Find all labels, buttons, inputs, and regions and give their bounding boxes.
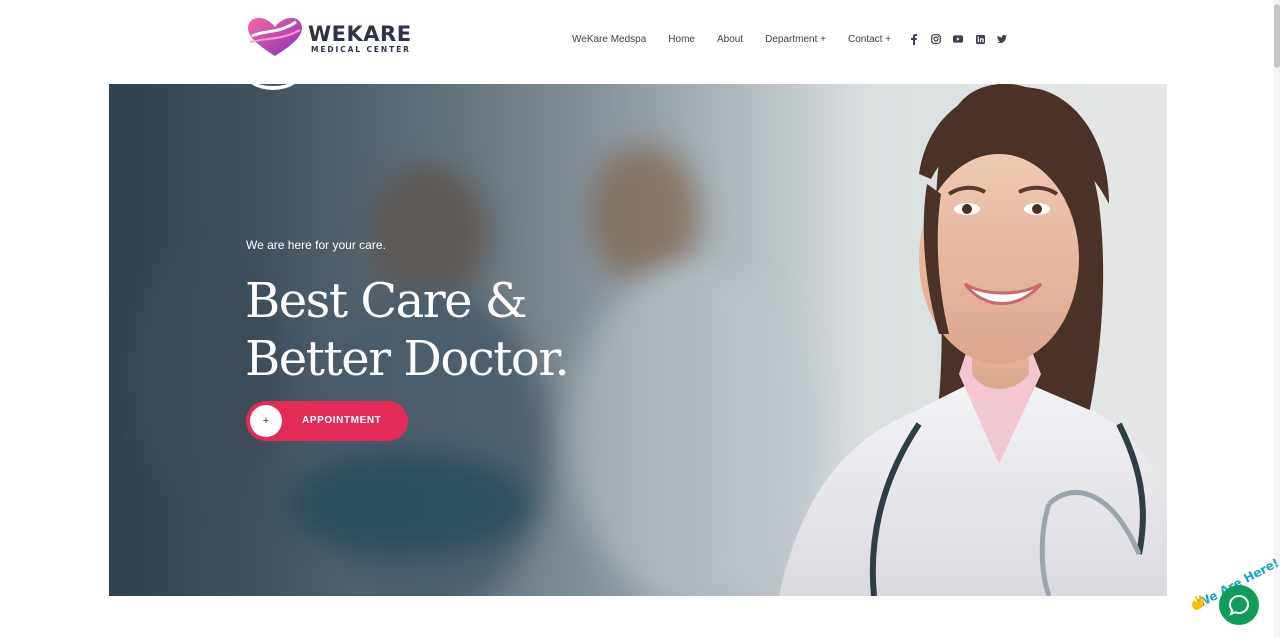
hero-headline: Best Care & Better Doctor. bbox=[245, 272, 570, 388]
chat-widget[interactable]: We Are Here! bbox=[1191, 556, 1280, 630]
instagram-icon[interactable] bbox=[931, 34, 941, 44]
headline-line-2: Better Doctor. bbox=[245, 331, 570, 387]
logo-title: WEKARE bbox=[308, 21, 412, 46]
doctor-image bbox=[779, 84, 1167, 596]
hero-banner: We are here for your care. Best Care & B… bbox=[109, 84, 1167, 596]
headline-line-1: Best Care & bbox=[245, 273, 528, 329]
nav-item-wekare-medspa[interactable]: WeKare Medspa bbox=[572, 34, 646, 45]
waving-hand-icon bbox=[1191, 594, 1205, 613]
main-nav: WeKare Medspa Home About Department + Co… bbox=[572, 31, 1019, 47]
site-logo[interactable]: WEKARE MEDICAL CENTER bbox=[246, 16, 412, 60]
nav-item-department[interactable]: Department + bbox=[765, 34, 826, 45]
scrollbar-thumb[interactable] bbox=[1274, 4, 1280, 68]
twitter-icon[interactable] bbox=[997, 34, 1008, 44]
nav-item-about[interactable]: About bbox=[717, 34, 743, 45]
page-scrollbar[interactable] bbox=[1274, 0, 1280, 637]
nav-item-contact[interactable]: Contact + bbox=[848, 34, 891, 45]
logo-subtitle: MEDICAL CENTER bbox=[311, 44, 411, 54]
chat-open-button[interactable] bbox=[1219, 585, 1259, 625]
heart-logo-icon bbox=[246, 16, 304, 60]
social-links bbox=[909, 33, 1019, 45]
appointment-button[interactable]: + APPOINTMENT bbox=[246, 401, 408, 441]
nav-item-home[interactable]: Home bbox=[668, 34, 695, 45]
hero-subtitle: We are here for your care. bbox=[246, 238, 386, 252]
chat-bubble-icon bbox=[1228, 594, 1250, 616]
appointment-button-label: APPOINTMENT bbox=[302, 415, 382, 426]
plus-icon: + bbox=[250, 405, 282, 437]
youtube-icon[interactable] bbox=[953, 34, 964, 44]
site-header: WEKARE MEDICAL CENTER WeKare Medspa Home… bbox=[0, 0, 1280, 84]
facebook-icon[interactable] bbox=[909, 33, 919, 45]
linkedin-icon[interactable] bbox=[975, 34, 985, 44]
